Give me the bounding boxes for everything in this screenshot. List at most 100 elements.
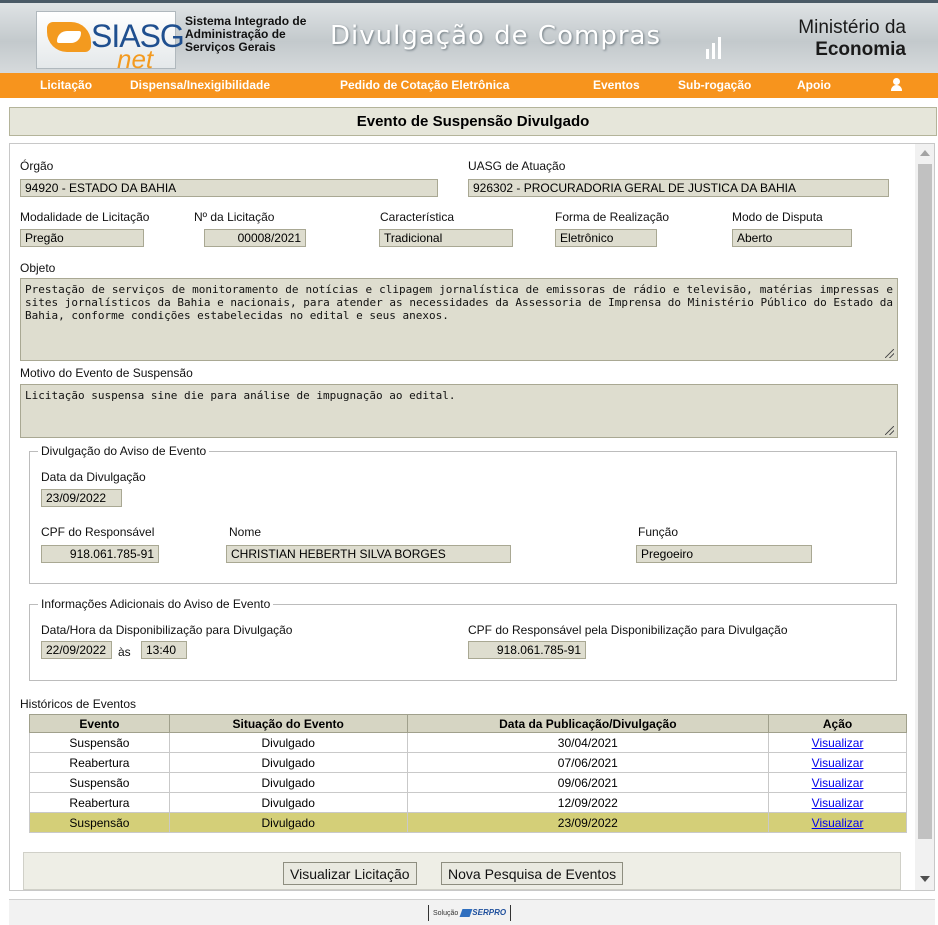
siasg-swoosh-icon	[47, 22, 91, 52]
ministry-line1: Ministério da	[798, 17, 906, 38]
ministry-logo: Ministério da Economia	[798, 17, 906, 61]
table-row: Reabertura Divulgado 07/06/2021 Visualiz…	[29, 752, 907, 773]
motivo-textarea[interactable]: Licitação suspensa sine die para análise…	[20, 384, 898, 438]
resize-handle-icon[interactable]	[885, 426, 894, 435]
user-icon[interactable]	[890, 78, 902, 92]
cell-acao: Visualizar	[768, 772, 907, 793]
nova-pesquisa-button[interactable]: Nova Pesquisa de Eventos	[441, 862, 624, 885]
data-divulgacao-field: 23/09/2022	[41, 489, 122, 507]
banner-title: Divulgação de Compras	[330, 21, 661, 51]
orgao-label: Órgão	[20, 159, 54, 173]
button-bar: Visualizar Licitação Nova Pesquisa de Ev…	[23, 852, 901, 890]
cell-acao: Visualizar	[768, 792, 907, 813]
motivo-text: Licitação suspensa sine die para análise…	[25, 389, 456, 402]
forma-label: Forma de Realização	[555, 210, 670, 224]
cell-acao: Visualizar	[768, 732, 907, 753]
system-name: Sistema Integrado de Administração de Se…	[185, 15, 306, 54]
resize-handle-icon[interactable]	[885, 349, 894, 358]
nav-apoio[interactable]: Apoio	[797, 78, 831, 92]
nav-licitacao[interactable]: Licitação	[40, 78, 92, 92]
cell-situacao: Divulgado	[168, 772, 408, 793]
page-title: Evento de Suspensão Divulgado	[9, 107, 937, 136]
header-banner: SIASG net Sistema Integrado de Administr…	[0, 0, 938, 74]
visualizar-link[interactable]: Visualizar	[812, 776, 864, 790]
data-disponibilizacao-field: 22/09/2022	[41, 641, 112, 659]
cell-evento: Reabertura	[29, 752, 170, 773]
objeto-textarea[interactable]: Prestação de serviços de monitoramento d…	[20, 278, 898, 361]
col-header-data: Data da Publicação/Divulgação	[406, 714, 770, 733]
content-panel: Órgão 94920 - ESTADO DA BAHIA UASG de At…	[9, 143, 935, 891]
decorative-bars-icon	[706, 37, 724, 61]
scroll-down-icon[interactable]	[920, 876, 930, 882]
funcao-label: Função	[638, 525, 679, 539]
modalidade-label: Modalidade de Licitação	[20, 210, 150, 224]
adicionais-group: Informações Adicionais do Aviso de Event…	[29, 597, 897, 681]
footer-solucao: Solução	[433, 910, 459, 917]
divulgacao-group: Divulgação do Aviso de Evento	[29, 444, 897, 584]
table-row: Suspensão Divulgado 09/06/2021 Visualiza…	[29, 772, 907, 793]
footer: Solução SERPRO	[9, 899, 935, 925]
modalidade-field: Pregão	[20, 229, 144, 247]
table-row: Reabertura Divulgado 12/09/2022 Visualiz…	[29, 792, 907, 813]
main-nav: Licitação Dispensa/Inexigibilidade Pedid…	[0, 73, 938, 98]
cell-evento: Suspensão	[29, 732, 170, 753]
visualizar-link[interactable]: Visualizar	[812, 736, 864, 750]
visualizar-link[interactable]: Visualizar	[812, 816, 864, 830]
numero-field: 00008/2021	[204, 229, 306, 247]
historico-title: Históricos de Eventos	[20, 697, 137, 711]
visualizar-link[interactable]: Visualizar	[812, 756, 864, 770]
cell-situacao: Divulgado	[168, 812, 408, 833]
logo-sub: net	[117, 44, 154, 74]
cell-data: 23/09/2022	[406, 812, 770, 833]
objeto-label: Objeto	[20, 261, 56, 275]
col-header-situacao: Situação do Evento	[168, 714, 408, 733]
cell-data: 30/04/2021	[406, 732, 770, 753]
funcao-field: Pregoeiro	[636, 545, 812, 563]
vertical-scrollbar[interactable]	[915, 144, 934, 890]
orgao-field: 94920 - ESTADO DA BAHIA	[20, 179, 438, 197]
col-header-acao: Ação	[768, 714, 907, 733]
visualizar-licitacao-button[interactable]: Visualizar Licitação	[283, 862, 417, 885]
cell-situacao: Divulgado	[168, 752, 408, 773]
table-row: Suspensão Divulgado 30/04/2021 Visualiza…	[29, 732, 907, 753]
numero-label: Nº da Licitação	[194, 210, 275, 224]
datahora-label: Data/Hora da Disponibilização para Divul…	[41, 623, 293, 637]
system-name-line: Serviços Gerais	[185, 40, 276, 54]
table-row-selected: Suspensão Divulgado 23/09/2022 Visualiza…	[29, 812, 907, 833]
nav-eventos[interactable]: Eventos	[593, 78, 640, 92]
modo-field: Aberto	[732, 229, 852, 247]
objeto-text: Prestação de serviços de monitoramento d…	[25, 283, 893, 322]
ministry-line2: Economia	[815, 39, 906, 60]
cell-acao: Visualizar	[768, 752, 907, 773]
cell-situacao: Divulgado	[168, 732, 408, 753]
nav-dispensa[interactable]: Dispensa/Inexigibilidade	[130, 78, 270, 92]
scroll-thumb[interactable]	[918, 164, 932, 839]
divulgacao-legend: Divulgação do Aviso de Evento	[41, 444, 207, 458]
cell-data: 12/09/2022	[406, 792, 770, 813]
serpro-mark-icon	[459, 909, 473, 918]
table-header-row: Evento Situação do Evento Data da Public…	[29, 714, 907, 733]
cpf-disponibilizacao-field: 918.061.785-91	[468, 641, 586, 659]
caracteristica-field: Tradicional	[379, 229, 513, 247]
cell-data: 07/06/2021	[406, 752, 770, 773]
cpf-responsavel-field: 918.061.785-91	[41, 545, 159, 563]
col-header-evento: Evento	[29, 714, 170, 733]
data-divulgacao-label: Data da Divulgação	[41, 470, 146, 484]
as-text: às	[118, 645, 131, 659]
nav-sub-rogacao[interactable]: Sub-rogação	[678, 78, 751, 92]
caracteristica-label: Característica	[380, 210, 455, 224]
footer-serpro: SERPRO	[472, 908, 507, 917]
cell-data: 09/06/2021	[406, 772, 770, 793]
nav-pedido-cotacao[interactable]: Pedido de Cotação Eletrônica	[340, 78, 509, 92]
cell-situacao: Divulgado	[168, 792, 408, 813]
cell-evento: Suspensão	[29, 812, 170, 833]
cell-evento: Suspensão	[29, 772, 170, 793]
adicionais-legend: Informações Adicionais do Aviso de Event…	[41, 597, 271, 611]
scroll-up-icon[interactable]	[920, 150, 930, 156]
uasg-field: 926302 - PROCURADORIA GERAL DE JUSTICA D…	[468, 179, 889, 197]
motivo-label: Motivo do Evento de Suspensão	[20, 366, 193, 380]
nome-label: Nome	[229, 525, 262, 539]
hora-field: 13:40	[141, 641, 187, 659]
visualizar-link[interactable]: Visualizar	[812, 796, 864, 810]
cpf-responsavel-label: CPF do Responsável	[41, 525, 155, 539]
